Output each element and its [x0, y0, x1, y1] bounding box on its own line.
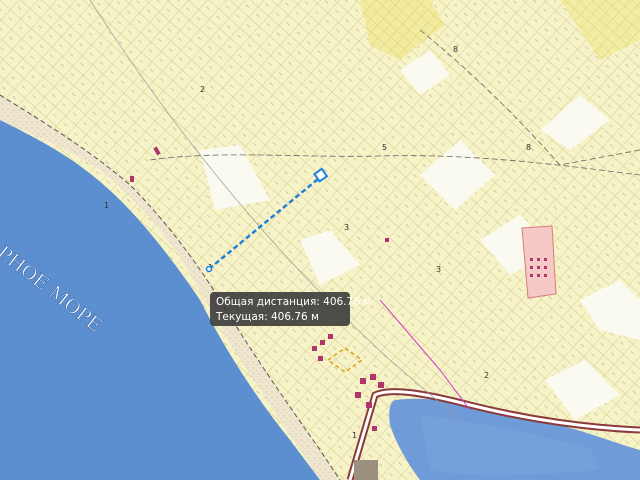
block-number: 1	[352, 431, 357, 440]
current-distance-value: 406.76 м	[270, 311, 319, 323]
block-number: 1	[104, 201, 109, 210]
current-distance-row: Текущая: 406.76 м	[216, 310, 350, 325]
block-number: 2	[484, 371, 489, 380]
map-layer[interactable]: 8 2 5 8 3 3 2 1 1 1 РНОЕ МОРЕ	[0, 0, 640, 480]
block-number: 2	[200, 85, 205, 94]
map-canvas[interactable]: 8 2 5 8 3 3 2 1 1 1 РНОЕ МОРЕ Общая дист…	[0, 0, 640, 480]
block-number: 8	[526, 143, 531, 152]
parcel	[521, 225, 557, 299]
pier	[354, 460, 378, 480]
current-distance-label: Текущая:	[216, 311, 268, 323]
block-number: 8	[453, 45, 458, 54]
block-number: 5	[382, 143, 387, 152]
measure-tooltip: Общая дистанция: 406.76 м Текущая: 406.7…	[210, 292, 371, 326]
block-number: 3	[436, 265, 441, 274]
measure-start-point[interactable]	[205, 265, 213, 273]
block-number: 3	[344, 223, 349, 232]
total-distance-label: Общая дистанция:	[216, 296, 320, 308]
total-distance-value: 406.76 м	[323, 296, 372, 308]
total-distance-row: Общая дистанция: 406.76 м	[216, 295, 371, 310]
